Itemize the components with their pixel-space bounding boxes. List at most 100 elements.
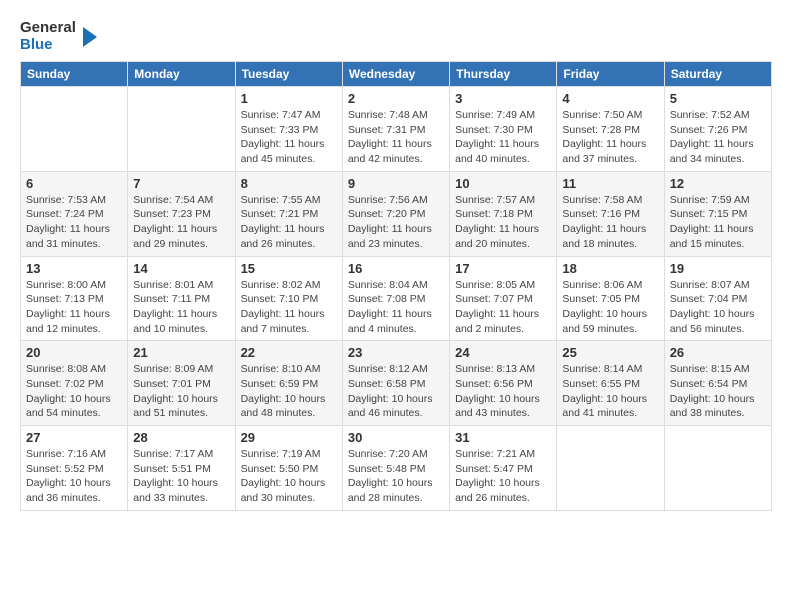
day-info: Sunrise: 7:20 AM Sunset: 5:48 PM Dayligh…: [348, 447, 444, 506]
daylight-text: Daylight: 11 hours and 2 minutes.: [455, 308, 539, 335]
day-info: Sunrise: 8:00 AM Sunset: 7:13 PM Dayligh…: [26, 278, 122, 337]
day-number: 26: [670, 345, 766, 360]
sunset-text: Sunset: 7:23 PM: [133, 208, 211, 220]
daylight-text: Daylight: 11 hours and 12 minutes.: [26, 308, 110, 335]
sunset-text: Sunset: 7:21 PM: [241, 208, 319, 220]
sunset-text: Sunset: 7:18 PM: [455, 208, 533, 220]
daylight-text: Daylight: 11 hours and 42 minutes.: [348, 138, 432, 165]
logo-chevron-icon: [83, 27, 97, 47]
logo-blue: Blue: [20, 37, 76, 54]
day-info: Sunrise: 7:19 AM Sunset: 5:50 PM Dayligh…: [241, 447, 337, 506]
sunrise-text: Sunrise: 8:06 AM: [562, 279, 642, 291]
calendar-cell: 19 Sunrise: 8:07 AM Sunset: 7:04 PM Dayl…: [664, 256, 771, 341]
calendar-cell: 1 Sunrise: 7:47 AM Sunset: 7:33 PM Dayli…: [235, 87, 342, 172]
daylight-text: Daylight: 10 hours and 43 minutes.: [455, 393, 540, 420]
day-number: 8: [241, 176, 337, 191]
sunrise-text: Sunrise: 7:52 AM: [670, 109, 750, 121]
sunset-text: Sunset: 5:50 PM: [241, 463, 319, 475]
daylight-text: Daylight: 11 hours and 26 minutes.: [241, 223, 325, 250]
sunrise-text: Sunrise: 7:16 AM: [26, 448, 106, 460]
day-info: Sunrise: 7:56 AM Sunset: 7:20 PM Dayligh…: [348, 193, 444, 252]
sunrise-text: Sunrise: 8:15 AM: [670, 363, 750, 375]
calendar-week-row: 1 Sunrise: 7:47 AM Sunset: 7:33 PM Dayli…: [21, 87, 772, 172]
weekday-header-sunday: Sunday: [21, 62, 128, 87]
weekday-header-tuesday: Tuesday: [235, 62, 342, 87]
day-info: Sunrise: 7:59 AM Sunset: 7:15 PM Dayligh…: [670, 193, 766, 252]
sunset-text: Sunset: 7:01 PM: [133, 378, 211, 390]
day-info: Sunrise: 8:09 AM Sunset: 7:01 PM Dayligh…: [133, 362, 229, 421]
weekday-header-row: SundayMondayTuesdayWednesdayThursdayFrid…: [21, 62, 772, 87]
sunset-text: Sunset: 6:58 PM: [348, 378, 426, 390]
calendar-cell: 6 Sunrise: 7:53 AM Sunset: 7:24 PM Dayli…: [21, 171, 128, 256]
day-number: 10: [455, 176, 551, 191]
daylight-text: Daylight: 11 hours and 34 minutes.: [670, 138, 754, 165]
daylight-text: Daylight: 11 hours and 20 minutes.: [455, 223, 539, 250]
sunset-text: Sunset: 5:48 PM: [348, 463, 426, 475]
weekday-header-wednesday: Wednesday: [342, 62, 449, 87]
sunset-text: Sunset: 7:28 PM: [562, 124, 640, 136]
sunrise-text: Sunrise: 7:47 AM: [241, 109, 321, 121]
day-number: 4: [562, 91, 658, 106]
daylight-text: Daylight: 10 hours and 26 minutes.: [455, 477, 540, 504]
day-info: Sunrise: 7:50 AM Sunset: 7:28 PM Dayligh…: [562, 108, 658, 167]
sunrise-text: Sunrise: 8:08 AM: [26, 363, 106, 375]
daylight-text: Daylight: 10 hours and 59 minutes.: [562, 308, 647, 335]
sunrise-text: Sunrise: 7:21 AM: [455, 448, 535, 460]
day-number: 16: [348, 261, 444, 276]
sunset-text: Sunset: 7:16 PM: [562, 208, 640, 220]
day-number: 1: [241, 91, 337, 106]
calendar-cell: 31 Sunrise: 7:21 AM Sunset: 5:47 PM Dayl…: [450, 426, 557, 511]
daylight-text: Daylight: 10 hours and 56 minutes.: [670, 308, 755, 335]
calendar-cell: 24 Sunrise: 8:13 AM Sunset: 6:56 PM Dayl…: [450, 341, 557, 426]
logo: General Blue: [20, 20, 97, 53]
calendar-cell: 8 Sunrise: 7:55 AM Sunset: 7:21 PM Dayli…: [235, 171, 342, 256]
calendar-cell: 9 Sunrise: 7:56 AM Sunset: 7:20 PM Dayli…: [342, 171, 449, 256]
day-info: Sunrise: 7:52 AM Sunset: 7:26 PM Dayligh…: [670, 108, 766, 167]
day-number: 25: [562, 345, 658, 360]
day-number: 5: [670, 91, 766, 106]
day-number: 24: [455, 345, 551, 360]
day-info: Sunrise: 7:54 AM Sunset: 7:23 PM Dayligh…: [133, 193, 229, 252]
day-info: Sunrise: 8:06 AM Sunset: 7:05 PM Dayligh…: [562, 278, 658, 337]
sunrise-text: Sunrise: 7:53 AM: [26, 194, 106, 206]
day-number: 2: [348, 91, 444, 106]
sunset-text: Sunset: 7:05 PM: [562, 293, 640, 305]
calendar-cell: 12 Sunrise: 7:59 AM Sunset: 7:15 PM Dayl…: [664, 171, 771, 256]
sunset-text: Sunset: 6:55 PM: [562, 378, 640, 390]
day-number: 12: [670, 176, 766, 191]
calendar-table: SundayMondayTuesdayWednesdayThursdayFrid…: [20, 61, 772, 511]
calendar-cell: 28 Sunrise: 7:17 AM Sunset: 5:51 PM Dayl…: [128, 426, 235, 511]
day-number: 7: [133, 176, 229, 191]
daylight-text: Daylight: 10 hours and 48 minutes.: [241, 393, 326, 420]
calendar-cell: [21, 87, 128, 172]
logo-container: General Blue: [20, 20, 97, 53]
daylight-text: Daylight: 10 hours and 51 minutes.: [133, 393, 218, 420]
calendar-week-row: 6 Sunrise: 7:53 AM Sunset: 7:24 PM Dayli…: [21, 171, 772, 256]
calendar-cell: 2 Sunrise: 7:48 AM Sunset: 7:31 PM Dayli…: [342, 87, 449, 172]
weekday-header-friday: Friday: [557, 62, 664, 87]
day-number: 29: [241, 430, 337, 445]
calendar-week-row: 20 Sunrise: 8:08 AM Sunset: 7:02 PM Dayl…: [21, 341, 772, 426]
daylight-text: Daylight: 10 hours and 54 minutes.: [26, 393, 111, 420]
day-info: Sunrise: 7:17 AM Sunset: 5:51 PM Dayligh…: [133, 447, 229, 506]
daylight-text: Daylight: 11 hours and 15 minutes.: [670, 223, 754, 250]
sunset-text: Sunset: 6:56 PM: [455, 378, 533, 390]
calendar-cell: 5 Sunrise: 7:52 AM Sunset: 7:26 PM Dayli…: [664, 87, 771, 172]
calendar-cell: 21 Sunrise: 8:09 AM Sunset: 7:01 PM Dayl…: [128, 341, 235, 426]
calendar-cell: 29 Sunrise: 7:19 AM Sunset: 5:50 PM Dayl…: [235, 426, 342, 511]
sunset-text: Sunset: 7:20 PM: [348, 208, 426, 220]
day-number: 3: [455, 91, 551, 106]
sunset-text: Sunset: 7:11 PM: [133, 293, 210, 305]
calendar-cell: 3 Sunrise: 7:49 AM Sunset: 7:30 PM Dayli…: [450, 87, 557, 172]
calendar-cell: 20 Sunrise: 8:08 AM Sunset: 7:02 PM Dayl…: [21, 341, 128, 426]
day-info: Sunrise: 7:21 AM Sunset: 5:47 PM Dayligh…: [455, 447, 551, 506]
sunrise-text: Sunrise: 8:01 AM: [133, 279, 213, 291]
day-number: 18: [562, 261, 658, 276]
daylight-text: Daylight: 11 hours and 37 minutes.: [562, 138, 646, 165]
daylight-text: Daylight: 10 hours and 36 minutes.: [26, 477, 111, 504]
day-number: 30: [348, 430, 444, 445]
calendar-week-row: 13 Sunrise: 8:00 AM Sunset: 7:13 PM Dayl…: [21, 256, 772, 341]
day-info: Sunrise: 7:49 AM Sunset: 7:30 PM Dayligh…: [455, 108, 551, 167]
daylight-text: Daylight: 11 hours and 29 minutes.: [133, 223, 217, 250]
daylight-text: Daylight: 11 hours and 31 minutes.: [26, 223, 110, 250]
